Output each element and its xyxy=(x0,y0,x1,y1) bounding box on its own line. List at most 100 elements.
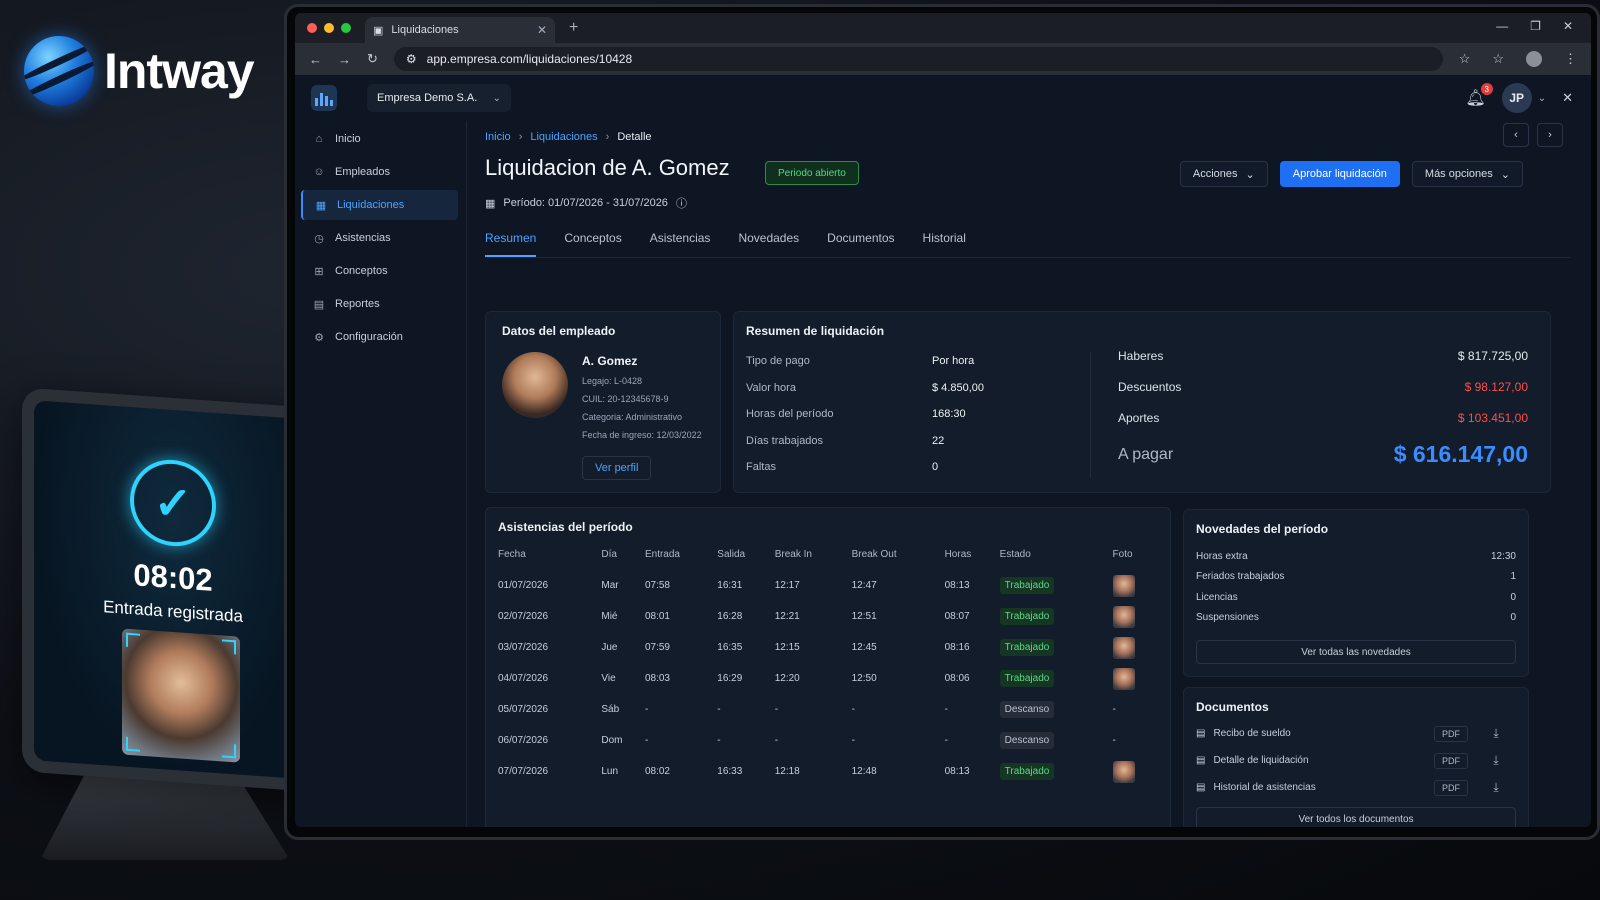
employee-cuil: CUIL: 20-12345678-9 xyxy=(582,394,669,404)
table-cell: 12:15 xyxy=(774,642,800,653)
menu-kebab-icon[interactable]: ⋮ xyxy=(1564,51,1577,67)
app-header: Empresa Demo S.A. ⌄ 🔔︎ 3 JP ⌄ ✕ xyxy=(295,75,1591,121)
employee-legajo: Legajo: L-0428 xyxy=(582,376,643,386)
chevron-down-icon[interactable]: ⌄ xyxy=(1538,93,1546,104)
close-icon[interactable]: ✕ xyxy=(1562,90,1573,106)
table-cell: 07/07/2026 xyxy=(498,766,549,777)
sidebar-item-asistencias[interactable]: ◷ Asistencias xyxy=(301,223,458,253)
sidebar-item-label: Empleados xyxy=(335,166,391,178)
breadcrumb-section[interactable]: Liquidaciones xyxy=(530,131,597,143)
breadcrumb-home[interactable]: Inicio xyxy=(485,131,511,143)
novedad-value: 0 xyxy=(1510,591,1516,603)
browser-tab[interactable]: ▣ Liquidaciones ✕ xyxy=(365,17,555,43)
table-row[interactable]: 04/07/2026 Vie 08:03 16:29 12:20 12:50 08:06 Tr… xyxy=(498,663,1158,694)
back-icon[interactable]: ← xyxy=(309,52,322,67)
bell-icon[interactable]: 🔔︎ 3 xyxy=(1465,83,1493,108)
table-cell: Mié xyxy=(601,611,618,622)
tab-historial[interactable]: Historial xyxy=(923,231,966,257)
attendance-photo[interactable] xyxy=(1112,605,1135,628)
download-icon[interactable]: ⤓ xyxy=(1476,726,1516,741)
minimize-icon[interactable]: — xyxy=(1496,19,1508,33)
table-row[interactable]: 03/07/2026 Jue 07:59 16:35 12:15 12:45 08:16 Tr… xyxy=(498,632,1158,663)
documents-card: Documentos ▤ Recibo de sueldo PDF ⤓ ▤ De… xyxy=(1183,687,1529,827)
document-row[interactable]: ▤ Detalle de liquidación PDF ⤓ xyxy=(1196,747,1516,774)
document-name: Detalle de liquidación xyxy=(1213,755,1309,766)
tablet-screen: ✓ 08:02 Entrada registrada xyxy=(34,400,312,780)
table-cell: 08:03 xyxy=(644,673,670,684)
approve-button[interactable]: Aprobar liquidación xyxy=(1279,161,1400,187)
tab-novedades[interactable]: Novedades xyxy=(738,231,799,257)
buildings-icon[interactable] xyxy=(311,85,337,111)
sidebar-item-reportes[interactable]: ▤ Reportes xyxy=(301,289,458,319)
table-cell: - xyxy=(851,704,855,715)
info-icon[interactable]: ⓘ xyxy=(676,195,687,211)
sidebar-item-configuracion[interactable]: ⚙ Configuración xyxy=(301,322,458,352)
novedad-row: Feriados trabajados 1 xyxy=(1196,567,1516,588)
sidebar-item-liquidaciones[interactable]: ▦ Liquidaciones xyxy=(301,190,458,220)
view-all-novedades-button[interactable]: Ver todas las novedades xyxy=(1196,640,1516,664)
url-field[interactable]: ⚙ app.empresa.com/liquidaciones/10428 xyxy=(393,47,1443,71)
novedad-value: 0 xyxy=(1510,612,1516,624)
sidebar-item-conceptos[interactable]: ⊞ Conceptos xyxy=(301,256,458,286)
close-icon[interactable]: ✕ xyxy=(1563,19,1573,33)
close-tab-icon[interactable]: ✕ xyxy=(537,23,547,37)
column-header: Break In xyxy=(774,548,812,560)
attendance-photo[interactable] xyxy=(1112,667,1135,690)
maximize-window-dot[interactable] xyxy=(341,23,351,33)
table-row[interactable]: 02/07/2026 Mié 08:01 16:28 12:21 12:51 08:07 Tr… xyxy=(498,601,1158,632)
photo-cell xyxy=(1112,570,1158,601)
novedades-card: Novedades del período Horas extra 12:30 F… xyxy=(1183,509,1529,677)
close-window-dot[interactable] xyxy=(307,23,317,33)
tab-resumen[interactable]: Resumen xyxy=(485,231,537,257)
summary-row: Faltas 0 xyxy=(746,454,1086,481)
site-settings-icon[interactable]: ⚙ xyxy=(406,52,417,66)
document-row[interactable]: ▤ Historial de asistencias PDF ⤓ xyxy=(1196,774,1516,801)
table-row[interactable]: 06/07/2026 Dom - - - - - Descanso - xyxy=(498,725,1158,756)
sidebar-item-empleados[interactable]: ☺ Empleados xyxy=(301,157,458,187)
reload-icon[interactable]: ↻ xyxy=(367,51,378,67)
column-header: Foto xyxy=(1112,548,1133,560)
table-cell: 08:13 xyxy=(944,766,970,777)
bookmark-star-icon[interactable]: ☆ xyxy=(1459,51,1471,67)
table-row[interactable]: 07/07/2026 Lun 08:02 16:33 12:18 12:48 08:13 Tr… xyxy=(498,756,1158,787)
view-all-documents-button[interactable]: Ver todos los documentos xyxy=(1196,807,1516,827)
download-icon[interactable]: ⤓ xyxy=(1476,753,1516,768)
tab-documentos[interactable]: Documentos xyxy=(827,231,894,257)
user-avatar[interactable]: JP xyxy=(1501,83,1532,113)
attendance-photo[interactable] xyxy=(1112,636,1135,659)
attendance-photo[interactable] xyxy=(1112,574,1135,597)
tab-asistencias[interactable]: Asistencias xyxy=(650,231,711,257)
page-icon: ▣ xyxy=(373,24,384,37)
next-button[interactable]: › xyxy=(1537,123,1563,147)
summary-card: Resumen de liquidación Tipo de pago Por h… xyxy=(733,311,1551,493)
table-cell: - xyxy=(644,735,649,746)
minimize-window-dot[interactable] xyxy=(324,23,334,33)
status-badge: Trabajado xyxy=(999,577,1055,594)
calendar-icon: ▦ xyxy=(485,197,496,210)
summary-key: Tipo de pago xyxy=(746,355,810,368)
haberes-row: Haberes $ 817.725,00 xyxy=(1118,340,1528,371)
forward-icon[interactable]: → xyxy=(338,52,351,67)
a-pagar-row: A pagar $ 616.147,00 xyxy=(1118,441,1528,468)
profile-icon[interactable] xyxy=(1526,51,1542,67)
restore-icon[interactable]: ❐ xyxy=(1530,19,1541,33)
sidebar: ⌂ Inicio ☺ Empleados ▦ Liquidaciones ◷ A… xyxy=(295,121,467,827)
previous-button[interactable]: ‹ xyxy=(1503,123,1529,147)
table-cell: 12:18 xyxy=(774,766,800,777)
sidebar-item-inicio[interactable]: ⌂ Inicio xyxy=(301,124,458,154)
table-cell: 08:06 xyxy=(944,673,970,684)
actions-dropdown[interactable]: Acciones ⌄ xyxy=(1179,161,1268,187)
table-row[interactable]: 05/07/2026 Sáb - - - - - Descanso - xyxy=(498,694,1158,725)
bookmarks-icon[interactable]: ☆ xyxy=(1492,51,1504,67)
new-tab-icon[interactable]: + xyxy=(569,19,578,37)
photo-cell xyxy=(1112,756,1158,787)
table-row[interactable]: 01/07/2026 Mar 07:58 16:31 12:17 12:47 08:13 Tr… xyxy=(498,570,1158,601)
view-profile-button[interactable]: Ver perfil xyxy=(582,456,652,480)
document-row[interactable]: ▤ Recibo de sueldo PDF ⤓ xyxy=(1196,720,1516,747)
chevron-right-icon: › xyxy=(1548,129,1552,141)
more-options-dropdown[interactable]: Más opciones ⌄ xyxy=(1411,161,1523,187)
tab-conceptos[interactable]: Conceptos xyxy=(564,231,621,257)
download-icon[interactable]: ⤓ xyxy=(1476,780,1516,795)
company-selector[interactable]: Empresa Demo S.A. ⌄ xyxy=(367,84,511,112)
attendance-photo[interactable] xyxy=(1112,760,1135,783)
